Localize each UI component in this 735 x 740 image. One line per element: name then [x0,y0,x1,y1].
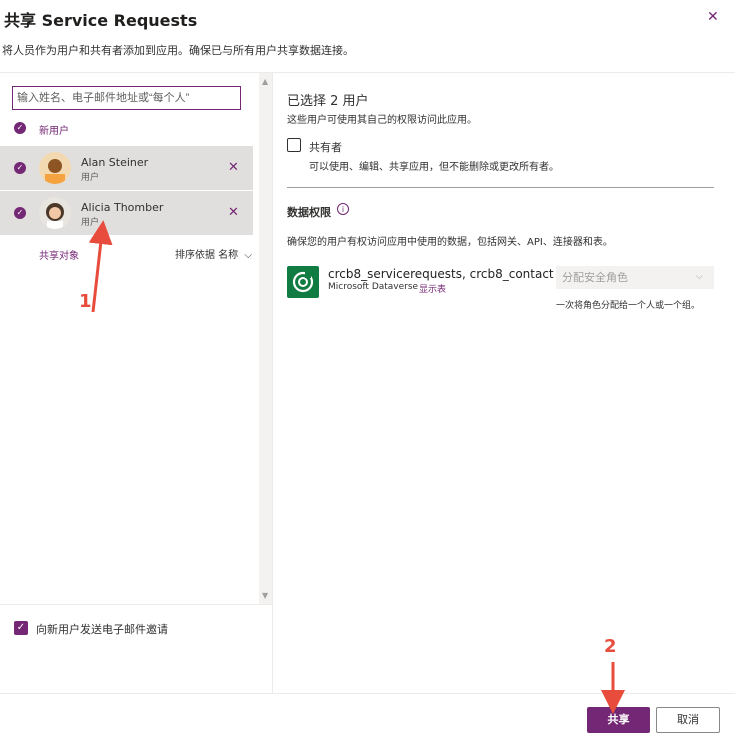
annotation-arrow-1 [88,220,113,313]
annotation-number-2: 2 [604,636,617,657]
annotation-overlay [88,220,625,714]
annotation-number-1: 1 [79,291,92,312]
